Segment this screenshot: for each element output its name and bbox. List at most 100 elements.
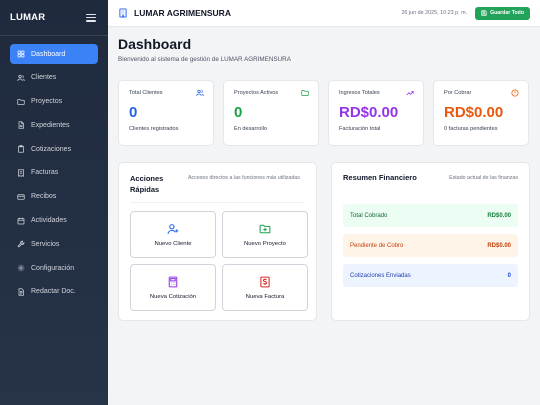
financial-summary-subtitle: Estado actual de las finanzas <box>449 174 518 181</box>
sidebar-brand: LUMAR <box>10 12 46 23</box>
top-bar-actions: 26 jun de 2025, 10:23 p. m. Guardar Todo <box>401 6 530 20</box>
finance-row-value: RD$0.00 <box>487 242 511 249</box>
dollar-icon <box>260 276 270 287</box>
sidebar-item-label: Servicios <box>31 240 60 248</box>
sidebar-item-configuracion[interactable]: Configuración <box>10 258 98 278</box>
sidebar-nav: Dashboard Clientes Proyectos Expedientes… <box>0 36 108 302</box>
financial-summary-header: Resumen Financiero Estado actual de las … <box>343 173 518 188</box>
users-icon <box>17 74 25 81</box>
sidebar-item-expedientes[interactable]: Expedientes <box>10 115 98 135</box>
new-quote-button[interactable]: Nueva Cotización <box>130 264 216 311</box>
document-icon <box>18 288 24 296</box>
stat-description: En desarrollo <box>234 126 267 132</box>
new-client-button[interactable]: Nuevo Cliente <box>130 211 216 258</box>
finance-row-label: Pendiente de Cobro <box>350 242 404 249</box>
stat-card-ingresos: Ingresos Totales RD$0.00 Facturación tot… <box>328 80 424 146</box>
app-brand: LUMAR AGRIMENSURA <box>118 8 231 18</box>
stat-description: 0 facturas pendientes <box>444 126 498 132</box>
sidebar-item-label: Dashboard <box>31 50 66 58</box>
sidebar-item-label: Recibos <box>31 193 57 201</box>
stat-value: 0 <box>234 104 243 121</box>
sidebar-item-clientes[interactable]: Clientes <box>10 68 98 88</box>
sidebar-header: LUMAR <box>0 0 108 36</box>
stat-value: RD$0.00 <box>339 104 399 121</box>
quick-action-label: Nuevo Cliente <box>154 240 192 247</box>
financial-summary-panel: Resumen Financiero Estado actual de las … <box>331 162 530 321</box>
app-title: LUMAR AGRIMENSURA <box>134 8 231 18</box>
stat-value: RD$0.00 <box>444 104 504 121</box>
stat-description: Clientes registrados <box>129 126 179 132</box>
folder-plus-icon <box>259 224 271 233</box>
grid-icon <box>17 50 25 58</box>
card-icon <box>17 194 25 200</box>
trending-up-icon <box>406 91 414 96</box>
menu-toggle-icon[interactable] <box>86 13 96 22</box>
building-icon <box>119 8 127 18</box>
users-icon <box>196 89 204 97</box>
gear-icon <box>17 264 25 272</box>
sidebar-item-label: Cotizaciones <box>31 145 72 153</box>
sidebar-item-label: Clientes <box>31 74 57 82</box>
quick-actions-subtitle: Accesos directos a las funciones más uti… <box>188 175 300 181</box>
sidebar-item-redactar[interactable]: Redactar Doc. <box>10 282 98 302</box>
finance-row-label: Cotizaciones Enviadas <box>350 272 411 279</box>
finance-row-value: 0 <box>507 272 511 279</box>
save-icon <box>481 10 487 16</box>
finance-row-label: Total Cobrado <box>350 212 388 219</box>
sidebar-item-label: Facturas <box>31 169 59 177</box>
page-title: Dashboard <box>118 36 192 52</box>
wrench-icon <box>17 240 25 248</box>
quick-action-label: Nueva Factura <box>245 293 285 300</box>
quick-actions-grid: Nuevo Cliente Nuevo Proyecto Nueva Cotiz… <box>130 211 308 311</box>
stat-label: Por Cobrar <box>444 90 472 96</box>
sidebar-item-label: Redactar Doc. <box>31 288 76 296</box>
stat-label: Ingresos Totales <box>339 90 380 96</box>
folder-icon <box>301 90 309 96</box>
stat-label: Proyectos Activos <box>234 90 279 96</box>
sidebar-item-facturas[interactable]: Facturas <box>10 163 98 183</box>
sidebar-item-label: Proyectos <box>31 98 63 106</box>
sidebar-item-label: Expedientes <box>31 121 70 129</box>
sidebar-item-actividades[interactable]: Actividades <box>10 211 98 231</box>
stat-value: 0 <box>129 104 138 121</box>
sidebar-item-cotizaciones[interactable]: Cotizaciones <box>10 139 98 159</box>
quick-action-label: Nuevo Proyecto <box>244 240 286 247</box>
sidebar: LUMAR Dashboard Clientes Proyectos Exped… <box>0 0 108 405</box>
finance-row-cotizaciones: Cotizaciones Enviadas 0 <box>343 264 518 287</box>
sidebar-item-label: Configuración <box>31 264 75 272</box>
sidebar-item-recibos[interactable]: Recibos <box>10 187 98 207</box>
new-project-button[interactable]: Nuevo Proyecto <box>222 211 308 258</box>
calendar-icon <box>17 217 25 224</box>
sidebar-item-servicios[interactable]: Servicios <box>10 234 98 254</box>
sidebar-item-label: Actividades <box>31 217 67 225</box>
finance-row-value: RD$0.00 <box>487 212 511 219</box>
sidebar-item-dashboard[interactable]: Dashboard <box>10 44 98 64</box>
stat-card-clientes: Total Clientes 0 Clientes registrados <box>118 80 214 146</box>
clipboard-icon <box>18 145 24 153</box>
folder-icon <box>17 98 25 105</box>
stat-description: Facturación total <box>339 126 381 132</box>
receipt-icon <box>18 169 24 177</box>
finance-row-cobrado: Total Cobrado RD$0.00 <box>343 204 518 227</box>
save-all-label: Guardar Todo <box>490 10 524 16</box>
quick-actions-title: Acciones Rápidas <box>130 174 164 194</box>
finance-row-pendiente: Pendiente de Cobro RD$0.00 <box>343 234 518 257</box>
sidebar-item-proyectos[interactable]: Proyectos <box>10 92 98 112</box>
alert-circle-icon <box>511 89 519 97</box>
calculator-icon <box>168 276 178 287</box>
quick-actions-header: Acciones Rápidas Accesos directos a las … <box>130 173 305 203</box>
page-subtitle: Bienvenido al sistema de gestión de LUMA… <box>118 56 291 63</box>
main-content: Dashboard Bienvenido al sistema de gesti… <box>118 36 530 321</box>
stat-label: Total Clientes <box>129 90 163 96</box>
user-plus-icon <box>167 223 179 234</box>
current-datetime: 26 jun de 2025, 10:23 p. m. <box>401 10 468 16</box>
file-icon <box>18 121 24 130</box>
financial-summary-title: Resumen Financiero <box>343 173 417 182</box>
quick-action-label: Nueva Cotización <box>149 293 197 300</box>
new-invoice-button[interactable]: Nueva Factura <box>222 264 308 311</box>
save-all-button[interactable]: Guardar Todo <box>475 6 530 20</box>
top-bar: LUMAR AGRIMENSURA 26 jun de 2025, 10:23 … <box>108 0 540 27</box>
stat-card-proyectos: Proyectos Activos 0 En desarrollo <box>223 80 319 146</box>
stats-row: Total Clientes 0 Clientes registrados Pr… <box>118 80 530 146</box>
stat-card-por-cobrar: Por Cobrar RD$0.00 0 facturas pendientes <box>433 80 529 146</box>
